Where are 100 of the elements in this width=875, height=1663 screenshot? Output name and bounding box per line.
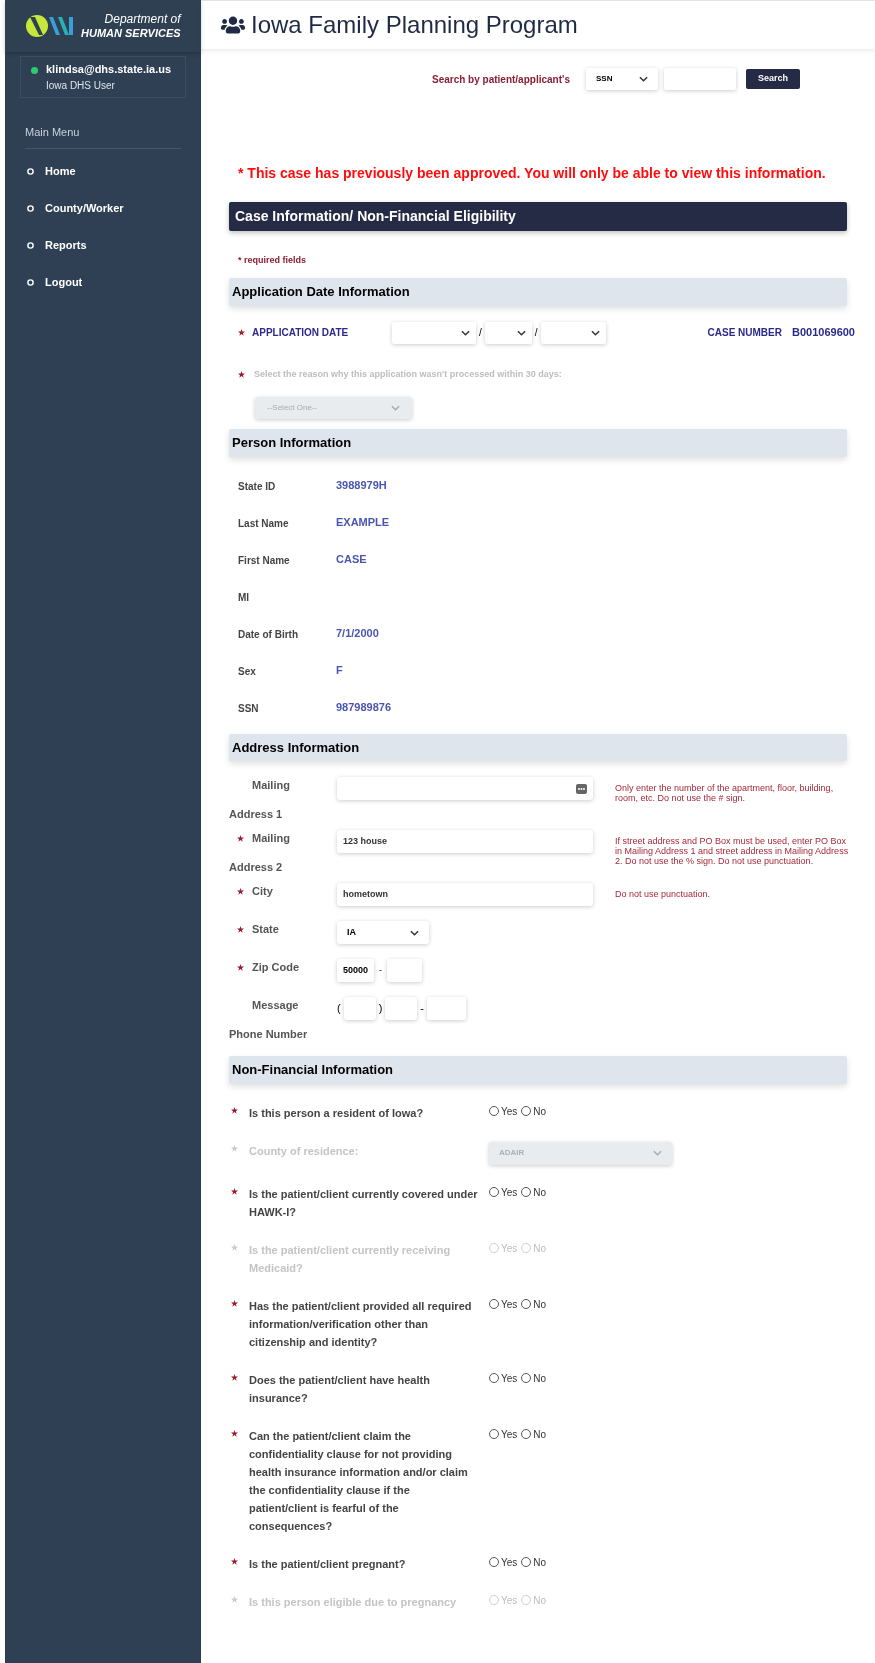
question-text: County of residence: [249,1143,360,1159]
radio-option[interactable]: No [521,1184,547,1200]
required-icon [238,329,245,336]
required-icon [238,370,245,378]
radio-option[interactable]: No [521,1103,547,1119]
required-icon [231,1299,238,1307]
radio-option[interactable]: No [521,1370,547,1386]
field-hint: If street address and PO Box must be used, enter PO Box in Mailing Address 1 and street address in Mailing Address 2. Do not use the % sign. Do not use punctuation. [615,835,850,868]
field-hint: Do not use punctuation. [615,888,712,901]
reason-label: Select the reason why this application wasn't processed within 30 days: [254,367,562,381]
field-label: City [252,884,273,899]
more-icon [576,783,587,794]
required-icon [237,834,244,842]
state-select[interactable]: IA [337,921,429,944]
field-value: 3988979H [336,477,387,493]
field-label: State ID [238,479,277,494]
menu-item[interactable]: County/Worker [5,190,201,227]
radio-option[interactable]: No [521,1296,547,1312]
zip-field[interactable]: 50000 [337,959,374,982]
phone-separator: ) [378,1001,383,1017]
date-separator: / [534,326,538,340]
user-role: Iowa DHS User [46,78,116,93]
radio-option[interactable]: Yes [489,1184,518,1200]
field-label: Phone Number [229,1026,309,1042]
phone-prefix-field[interactable] [385,997,418,1020]
zip-extension-field[interactable] [387,959,422,982]
case-number-label: CASE NUMBER [707,326,782,340]
question-text: Is this person a resident of Iowa? [249,1105,425,1121]
zip-separator: - [379,963,382,977]
search-label: Search by patient/applicant's [432,72,570,87]
field-value: CASE [336,551,367,567]
field-label: Zip Code [252,960,300,975]
field-hint: Only enter the number of the apartment, floor, building, room, etc. Do not use the # sign. [615,782,835,805]
field-label: Last Name [238,516,290,531]
required-icon [237,887,244,895]
text-field[interactable]: 123 house [337,830,593,853]
field-label: Address 2 [229,859,284,875]
field-label: State [252,922,279,937]
user-email: klindsa@dhs.state.ia.us [46,62,172,77]
radio-option[interactable]: Yes [489,1296,518,1312]
required-icon [231,1557,238,1565]
text-field[interactable] [337,777,593,800]
field-label: MI [238,590,251,605]
menu-item[interactable]: Home [5,153,201,190]
search-field[interactable] [663,68,736,90]
search-type-select[interactable]: SSN [585,68,658,90]
bullet-icon [27,279,34,286]
approval-warning: * This case has previously been approved. You will only be able to view this information. [237,164,827,183]
date-separator: / [479,326,482,340]
required-icon [237,963,244,971]
section-header: Person Information [229,429,847,457]
radio-option[interactable]: Yes [489,1426,518,1442]
field-label: SSN [238,701,260,716]
required-icon [231,1429,238,1437]
field-value: 7/1/2000 [336,625,379,641]
day-select[interactable] [484,321,532,344]
field-value: F [336,662,343,678]
phone-separator: - [420,1001,424,1017]
required-icon [231,1243,238,1251]
text-field[interactable]: hometown [337,883,593,906]
required-icon [231,1106,238,1114]
field-label: Address 1 [229,806,284,822]
field-value: 987989876 [336,699,392,715]
field-label: Mailing [252,831,290,846]
required-icon [231,1373,238,1381]
radio-option[interactable]: Yes [489,1554,518,1570]
required-icon [231,1595,238,1603]
section-header: Application Date Information [229,278,847,306]
year-select[interactable] [540,321,606,344]
chevron-icon [461,329,470,336]
field-label: Mailing [252,778,290,793]
application-date-label: APPLICATION DATE [252,326,350,340]
question-text: Is the patient/client pregnant? [249,1556,407,1572]
radio-option[interactable]: No [521,1554,547,1570]
phone-line-field[interactable] [427,997,466,1020]
question-text: Is the patient/client currently covered under HAWK-I? [249,1186,479,1220]
chevron-icon [653,1150,662,1156]
area-code-field[interactable] [343,997,376,1020]
logo-text: Department of [103,12,181,26]
bullet-icon [27,205,34,212]
radio-option[interactable]: Yes [489,1103,518,1119]
required-icon [231,1144,238,1152]
section-header: Non-Financial Information [229,1056,847,1084]
question-text: Does the patient/client have health insurance? [249,1372,431,1406]
radio-option[interactable]: No [521,1426,547,1442]
search-button[interactable]: Search [745,69,800,89]
field-label: First Name [238,553,291,568]
menu-item[interactable]: Logout [5,264,201,301]
field-label: Date of Birth [238,627,299,642]
month-select[interactable] [392,321,476,344]
bullet-icon [27,242,34,249]
chevron-icon [638,76,648,82]
field-label: Message [252,998,299,1013]
page-title: Iowa Family Planning Program [251,10,578,40]
phone-separator: ( [337,1001,341,1017]
field-value: EXAMPLE [336,514,390,530]
radio-option[interactable]: Yes [489,1370,518,1386]
chevron-icon [590,329,600,336]
menu-item[interactable]: Reports [5,227,201,264]
question-text: Is the patient/client currently receiving Medicaid? [249,1242,452,1276]
